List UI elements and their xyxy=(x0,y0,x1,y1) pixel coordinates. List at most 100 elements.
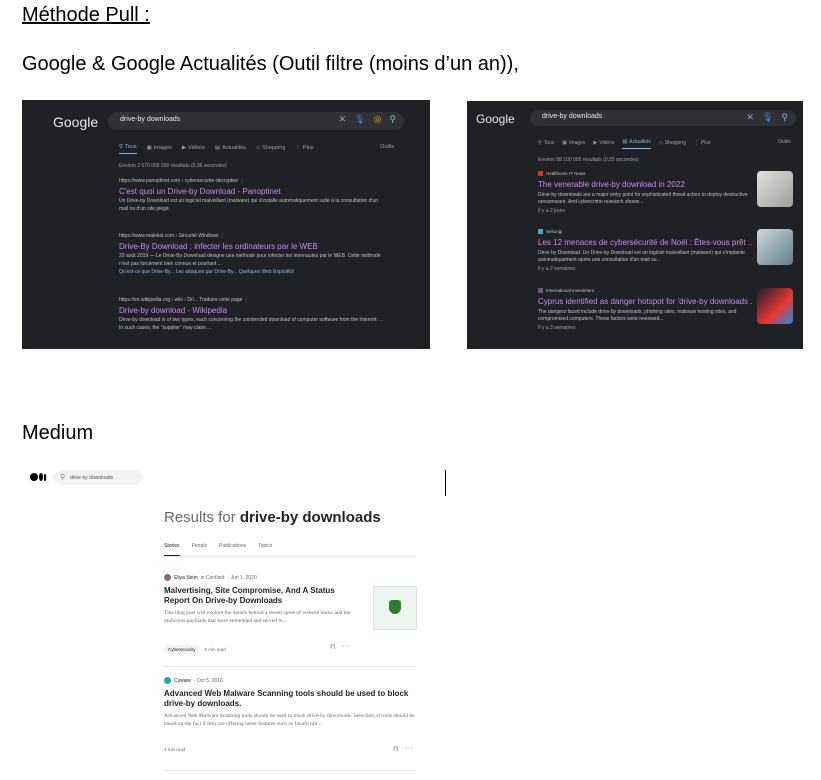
tab-label: Plus xyxy=(700,139,711,146)
more-icon: ⋮ xyxy=(295,144,301,151)
tab-tous[interactable]: ⚲ Tous xyxy=(538,139,554,149)
tab-vidéos[interactable]: ▶ Vidéos xyxy=(593,139,614,149)
result-snippet: 29 août 2019 — Le Drive-By Download dési… xyxy=(119,253,381,267)
clear-icon[interactable]: ✕ xyxy=(339,114,347,125)
result-title-link[interactable]: C'est quoi un Drive-by Download - Panopt… xyxy=(119,187,384,196)
article-snippet: This blog post will explore the details … xyxy=(164,610,351,624)
tag-pill[interactable]: Cybersecurity xyxy=(164,645,200,654)
news-result: Sekurigi Les 12 menaces de cybersécurité… xyxy=(538,229,753,272)
article-date: · Jun 1, 2020 xyxy=(227,574,257,581)
tab-images[interactable]: ▣ Images xyxy=(562,139,585,149)
tab-plus[interactable]: ⋮ Plus xyxy=(694,139,711,149)
news-thumbnail-image[interactable] xyxy=(757,288,793,324)
author-name[interactable]: Eliya Stein xyxy=(174,575,198,581)
search-input[interactable]: drive-by downloads xyxy=(120,116,180,123)
results-count: Environ 2 070 000 000 résultats (0,36 se… xyxy=(119,163,227,169)
more-icon[interactable]: ··· xyxy=(405,745,412,753)
search-input[interactable]: drive-by downloads xyxy=(542,113,602,120)
image-icon: ▣ xyxy=(146,144,152,151)
news-age: Il y a 2 jours xyxy=(538,208,565,214)
news-thumbnail-image[interactable] xyxy=(757,229,793,265)
tab-shopping[interactable]: ◇ Shopping xyxy=(256,144,285,154)
tab-stories[interactable]: Stories xyxy=(164,543,180,556)
result-snippet: Drive-by download is of two types, each … xyxy=(119,317,384,331)
news-snippet: The dangers faced include drive-by downl… xyxy=(538,309,737,322)
tab-tous[interactable]: ⚲ Tous xyxy=(119,144,137,154)
publication-name[interactable]: in Confiant xyxy=(201,575,225,581)
read-time: 8 min read xyxy=(204,647,226,652)
bookmark-icon[interactable]: ⊓ xyxy=(330,643,335,651)
tab-label: Shopping xyxy=(262,144,286,151)
divider xyxy=(164,666,416,667)
tab-label: Images xyxy=(153,144,172,151)
result-source: https://www.panoptinet.com › cybersecuri… xyxy=(119,178,245,184)
results-query: drive-by downloads xyxy=(239,509,381,526)
tab-shopping[interactable]: ◇ Shopping xyxy=(659,139,686,149)
tab-label: Shopping xyxy=(664,139,686,146)
more-icon[interactable]: ··· xyxy=(342,643,349,651)
tab-label: Actualités xyxy=(629,139,651,145)
article-title[interactable]: Malvertising, Site Compromise, And A Sta… xyxy=(164,586,354,606)
search-icon[interactable]: ⚲ xyxy=(389,114,396,125)
search-icon: ⚲ xyxy=(538,139,542,146)
search-tabs: ⚲ Tous ▣ Images ▶ Vidéos ▤ Actualités ◇ Shopping ⋮… xyxy=(119,144,314,154)
article-title[interactable]: Advanced Web Malware Scanning tools shou… xyxy=(164,689,416,709)
search-bar[interactable]: ⚲ drive-by downloads xyxy=(54,470,142,485)
news-icon: ▤ xyxy=(622,139,628,145)
tab-plus[interactable]: ⋮ Plus xyxy=(295,144,313,154)
mic-icon[interactable]: 🎙 xyxy=(762,112,773,123)
divider xyxy=(164,770,416,771)
tab-people[interactable]: People xyxy=(192,543,208,556)
tab-vidéos[interactable]: ▶ Vidéos xyxy=(182,144,205,154)
search-input[interactable]: drive-by downloads xyxy=(70,475,113,481)
tab-images[interactable]: ▣ Images xyxy=(147,144,172,154)
publisher-favicon xyxy=(538,288,543,293)
mic-icon[interactable]: 🎙 xyxy=(354,114,365,125)
google-logo: Google xyxy=(53,114,99,130)
article-thumbnail-image[interactable] xyxy=(373,586,417,630)
news-source: Sekurigi xyxy=(546,229,563,234)
news-thumbnail-image[interactable] xyxy=(757,171,793,207)
result-sitelinks[interactable]: Qu'est-ce que Drive-By... Les attaques p… xyxy=(119,269,384,275)
publisher-favicon xyxy=(538,229,543,234)
tab-actualités[interactable]: ▤ Actualités xyxy=(215,144,246,154)
search-icon[interactable]: ⚲ xyxy=(781,112,788,123)
tab-label: Tous xyxy=(125,144,137,150)
news-title-link[interactable]: Cyprus identified as danger hotspot for … xyxy=(538,297,753,306)
news-title-link[interactable]: Les 12 menaces de cybersécurité de Noël … xyxy=(538,238,753,247)
tab-publications[interactable]: Publications xyxy=(219,543,246,556)
google-logo: Google xyxy=(476,112,515,126)
avatar xyxy=(164,677,171,684)
result-title-link[interactable]: Drive-by download - Wikipedia xyxy=(119,306,384,315)
search-bar[interactable]: drive-by downloads ✕ 🎙 ◎ ⚲ xyxy=(108,112,404,130)
news-title-link[interactable]: The venerable drive-by download in 2022 xyxy=(538,180,753,189)
tools-button[interactable]: Outils xyxy=(380,144,394,150)
image-icon: ▣ xyxy=(562,139,567,146)
tab-actualités[interactable]: ▤ Actualités xyxy=(622,139,651,149)
news-age: Il y a 2 semaines xyxy=(538,266,576,272)
author-name[interactable]: Cyware xyxy=(174,678,191,684)
result-title-link[interactable]: Drive-By Download : infecter les ordinat… xyxy=(119,242,384,251)
results-tabs: Stories People Publications Topics xyxy=(164,543,416,557)
result-snippet: Un Drive-by Download est un logiciel mal… xyxy=(119,198,378,212)
news-snippet: Drive by Download. Un Drive-by Download … xyxy=(538,250,745,263)
results-count: Environ 88 100 000 résultats (0,25 secon… xyxy=(538,157,639,163)
bookmark-icon[interactable]: ⊓ xyxy=(393,745,398,753)
tag-icon: ◇ xyxy=(255,144,261,151)
tab-label: Vidéos xyxy=(188,144,205,151)
article-date: · Oct 5, 2016 xyxy=(193,677,223,684)
tab-label: Tous xyxy=(543,139,555,146)
medium-logo[interactable] xyxy=(30,473,46,481)
clear-icon[interactable]: ✕ xyxy=(746,112,754,123)
result-source: https://en.wikipedia.org › wiki › Dri...… xyxy=(119,297,249,303)
tag-icon: ◇ xyxy=(658,139,663,146)
section-subtitle: Google & Google Actualités (Outil filtre… xyxy=(22,53,519,75)
search-bar[interactable]: drive-by downloads ✕ 🎙 ⚲ xyxy=(530,110,796,126)
tools-button[interactable]: Outils xyxy=(778,139,791,145)
text-cursor xyxy=(445,470,446,496)
tab-topics[interactable]: Topics xyxy=(258,543,272,556)
article-card[interactable]: Cyware · Oct 5, 2016 Advanced Web Malwar… xyxy=(164,677,416,728)
tab-label: Plus xyxy=(302,144,314,151)
news-icon: ▤ xyxy=(214,144,221,151)
lens-icon[interactable]: ◎ xyxy=(374,114,382,125)
